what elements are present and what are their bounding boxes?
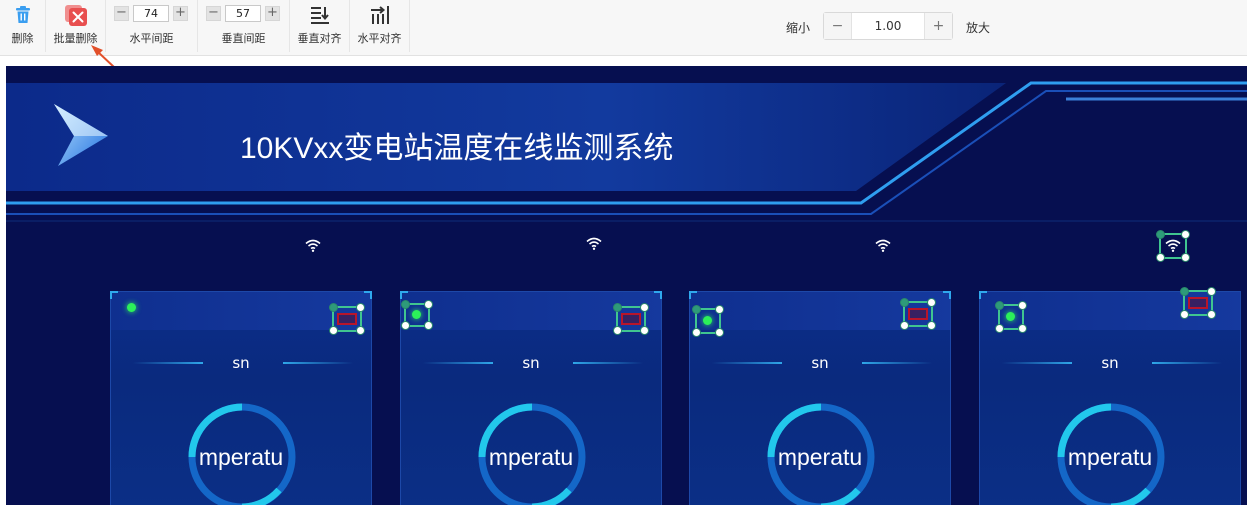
v-spacing-decrement-button[interactable]: − xyxy=(206,5,221,21)
status-led xyxy=(127,303,136,312)
design-canvas[interactable]: 10KVxx变电站温度在线监测系统 sn mperatu sn mperatu … xyxy=(6,66,1247,505)
h-spacing-increment-button[interactable]: + xyxy=(173,5,188,21)
trash-icon xyxy=(15,6,30,23)
selected-led-element[interactable] xyxy=(995,301,1027,333)
zoom-out-label[interactable]: 缩小 xyxy=(786,19,810,36)
gauge-value-text: mperatu xyxy=(198,444,284,470)
wifi-icon xyxy=(875,239,891,252)
selected-alarm-element[interactable] xyxy=(613,303,649,335)
vertical-align-label: 垂直对齐 xyxy=(297,32,342,45)
h-spacing-decrement-button[interactable]: − xyxy=(114,5,129,21)
zoom-in-button[interactable]: + xyxy=(924,13,952,39)
zoom-input[interactable]: 1.00 xyxy=(852,13,924,39)
h-spacing-label: 水平间距 xyxy=(129,32,174,45)
vertical-align-icon xyxy=(310,7,329,24)
card-sn-label: sn xyxy=(811,354,829,372)
h-spacing-input[interactable]: 74 xyxy=(133,4,169,22)
selected-alarm-element[interactable] xyxy=(1180,287,1216,319)
dashboard-title: 10KVxx变电站温度在线监测系统 xyxy=(240,132,674,165)
wifi-icon xyxy=(305,239,321,252)
batch-delete-icon xyxy=(64,5,87,26)
zoom-in-label[interactable]: 放大 xyxy=(966,19,990,36)
batch-delete-label: 批量删除 xyxy=(53,32,98,45)
v-spacing-input[interactable]: 57 xyxy=(225,4,261,22)
selected-led-element[interactable] xyxy=(692,305,724,337)
wifi-icon xyxy=(1165,239,1181,252)
v-spacing-label: 垂直间距 xyxy=(221,32,266,45)
editor-toolbar: 删除 批量删除 − 74 + 水平间距 − 57 + 垂直间距 垂直对齐 水平对… xyxy=(0,0,1247,56)
h-spacing-control: − 74 + 水平间距 xyxy=(106,0,198,52)
gauge-value-text: mperatu xyxy=(1067,444,1153,470)
v-spacing-control: − 57 + 垂直间距 xyxy=(198,0,290,52)
selected-wifi-element[interactable] xyxy=(1156,230,1190,262)
zoom-out-button[interactable]: − xyxy=(824,13,852,39)
vertical-align-button[interactable]: 垂直对齐 xyxy=(290,0,350,52)
card-sn-label: sn xyxy=(522,354,540,372)
selected-alarm-element[interactable] xyxy=(329,303,365,335)
horizontal-align-button[interactable]: 水平对齐 xyxy=(350,0,410,52)
wifi-icon xyxy=(586,237,602,250)
delete-label: 删除 xyxy=(11,32,34,45)
v-spacing-increment-button[interactable]: + xyxy=(265,5,280,21)
batch-delete-button[interactable]: 批量删除 xyxy=(46,0,106,52)
gauge-value-text: mperatu xyxy=(777,444,863,470)
horizontal-align-label: 水平对齐 xyxy=(357,32,402,45)
card-sn-label: sn xyxy=(1101,354,1119,372)
horizontal-align-icon xyxy=(370,6,389,24)
selected-alarm-element[interactable] xyxy=(900,298,936,330)
delete-button[interactable]: 删除 xyxy=(0,0,46,52)
selected-led-element[interactable] xyxy=(401,300,433,330)
zoom-stepper: − 1.00 + xyxy=(823,12,953,40)
card-sn-label: sn xyxy=(232,354,250,372)
gauge-value-text: mperatu xyxy=(488,444,574,470)
